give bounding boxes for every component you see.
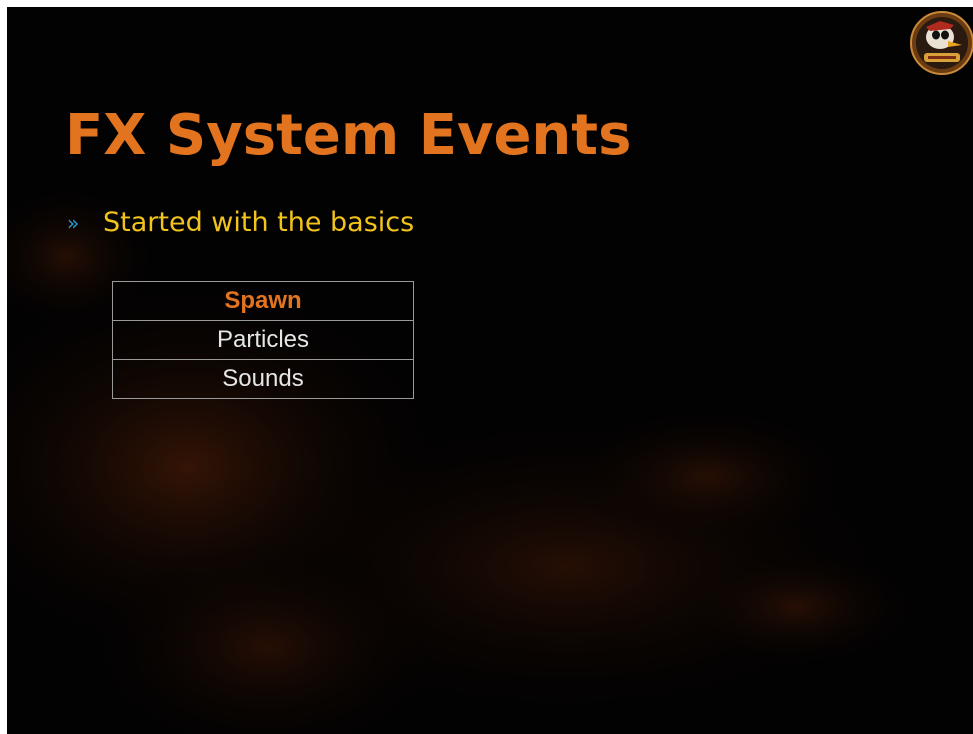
slide: FX System Events » Started with the basi… bbox=[7, 7, 973, 734]
table-row: Sounds bbox=[112, 359, 414, 399]
table-row: Particles bbox=[112, 320, 414, 360]
bullet-text: Started with the basics bbox=[103, 207, 415, 238]
event-table: Spawn Particles Sounds bbox=[112, 281, 414, 399]
game-logo-icon bbox=[910, 11, 973, 75]
bullet-marker-icon: » bbox=[67, 210, 80, 235]
table-row: Spawn bbox=[112, 281, 414, 321]
table-cell-sounds: Sounds bbox=[112, 359, 414, 399]
table-cell-particles: Particles bbox=[112, 320, 414, 360]
table-cell-spawn: Spawn bbox=[112, 281, 414, 321]
bullet-item: » Started with the basics bbox=[67, 207, 414, 238]
slide-title: FX System Events bbox=[65, 103, 632, 168]
